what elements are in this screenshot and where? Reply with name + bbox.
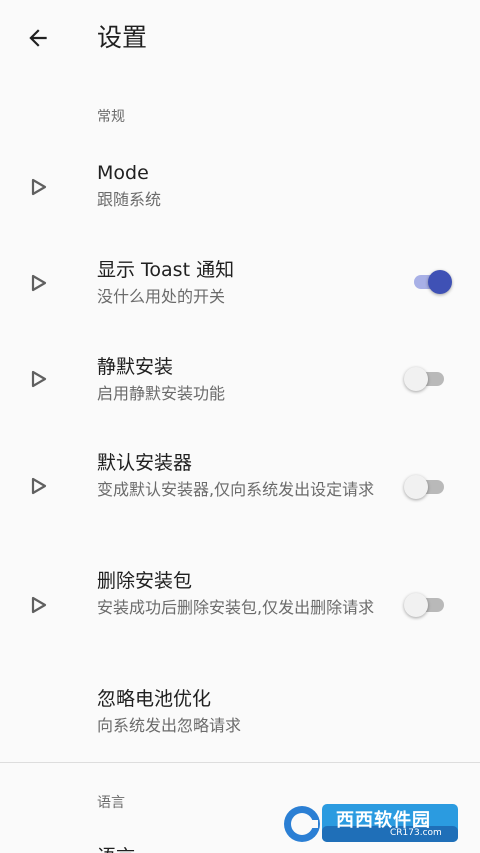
pref-summary: 启用静默安装功能 bbox=[97, 384, 226, 403]
pref-summary: 变成默认安装器,仅向系统发出设定请求 bbox=[97, 480, 375, 499]
play-arrow-outline-icon bbox=[31, 477, 47, 495]
watermark-logo: 西西软件园 CR173.com bbox=[280, 802, 460, 844]
section-divider bbox=[0, 762, 480, 763]
app-bar: 设置 bbox=[0, 0, 480, 76]
switch-thumb bbox=[404, 367, 428, 391]
pref-default-installer[interactable]: 默认安装器 变成默认安装器,仅向系统发出设定请求 bbox=[0, 438, 480, 538]
pref-title: 忽略电池优化 bbox=[97, 688, 212, 710]
section-header-general: 常规 bbox=[97, 109, 125, 125]
toast-switch[interactable] bbox=[402, 267, 454, 297]
section-header-language: 语言 bbox=[97, 795, 125, 811]
pref-title: 删除安装包 bbox=[97, 570, 193, 592]
pref-title: 默认安装器 bbox=[97, 452, 193, 474]
pref-summary: 没什么用处的开关 bbox=[97, 287, 226, 306]
switch-thumb bbox=[428, 270, 452, 294]
pref-title: 语言 bbox=[97, 844, 135, 853]
pref-ignore-battery-optimization[interactable]: 忽略电池优化 向系统发出忽略请求 bbox=[0, 674, 480, 750]
pref-mode[interactable]: Mode 跟随系统 bbox=[0, 150, 480, 226]
pref-title: 静默安装 bbox=[97, 356, 174, 378]
pref-delete-package[interactable]: 删除安装包 安装成功后删除安装包,仅发出删除请求 bbox=[0, 556, 480, 656]
default-installer-switch[interactable] bbox=[402, 472, 454, 502]
play-arrow-outline-icon bbox=[31, 370, 47, 388]
back-button[interactable] bbox=[14, 14, 62, 62]
pref-summary: 跟随系统 bbox=[97, 190, 162, 209]
pref-silent-install[interactable]: 静默安装 启用静默安装功能 bbox=[0, 342, 480, 420]
play-arrow-outline-icon bbox=[31, 274, 47, 292]
switch-thumb bbox=[404, 593, 428, 617]
delete-package-switch[interactable] bbox=[402, 590, 454, 620]
settings-screen: 设置 常规 Mode 跟随系统 显示 Toast 通知 没什么用处的开关 静默安… bbox=[0, 0, 480, 853]
pref-title: Mode bbox=[97, 162, 149, 184]
pref-show-toast[interactable]: 显示 Toast 通知 没什么用处的开关 bbox=[0, 245, 480, 323]
arrow-back-icon bbox=[29, 29, 47, 47]
silent-install-switch[interactable] bbox=[402, 364, 454, 394]
watermark-url: CR173.com bbox=[390, 828, 442, 838]
play-arrow-outline-icon bbox=[31, 596, 47, 614]
pref-title: 显示 Toast 通知 bbox=[97, 259, 235, 281]
switch-thumb bbox=[404, 475, 428, 499]
page-title: 设置 bbox=[97, 23, 148, 52]
pref-summary: 向系统发出忽略请求 bbox=[97, 716, 242, 735]
play-arrow-outline-icon bbox=[31, 178, 47, 196]
pref-summary: 安装成功后删除安装包,仅发出删除请求 bbox=[97, 598, 375, 617]
